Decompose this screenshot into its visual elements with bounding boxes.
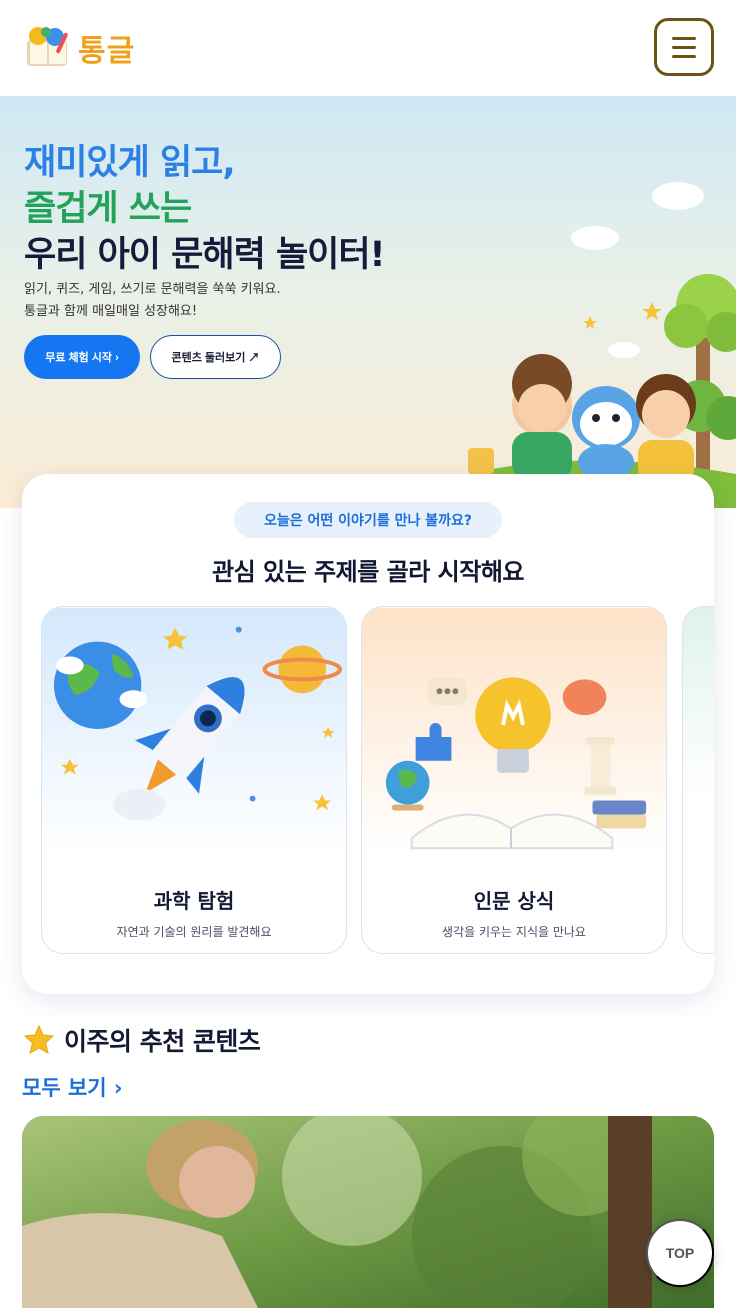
hero-title-line3: 우리 아이 문해력 놀이터! [24,235,386,275]
recommended-content-card[interactable] [22,1116,714,1308]
hero-description-line1: 읽기, 퀴즈, 게임, 쓰기로 문해력을 쑥쑥 키워요. [24,282,281,297]
kids-reading-illustration [430,182,736,508]
hero-description-line2: 통글과 함께 매일매일 성장해요! [24,304,198,319]
topic-card-science[interactable]: 과학 탐험 자연과 기술의 원리를 발견해요 [41,606,347,954]
lightbulb-book-illustration [362,607,666,855]
header: 통글 [0,0,736,96]
topic-card-next-peek[interactable] [682,606,714,954]
free-trial-button[interactable]: 무료 체험 시작 › [24,335,140,379]
topic-prompt-pill: 오늘은 어떤 이야기를 만나 볼까요? [234,502,502,538]
topic-title-science: 과학 탐험 [153,889,235,913]
see-all-link[interactable]: 모두 보기 › [22,1072,123,1102]
browse-content-button[interactable]: 콘텐츠 둘러보기 ↗ [150,335,281,379]
menu-button[interactable] [654,18,714,76]
hero-banner: 재미있게 읽고, 즐겁게 쓰는 우리 아이 문해력 놀이터! 읽기, 퀴즈, 게… [0,96,736,508]
hamburger-menu-icon [672,37,696,40]
topic-card-humanities[interactable]: 인문 상식 생각을 키우는 지식을 만나요 [361,606,667,954]
recommended-title: 이주의 추천 콘텐츠 [64,1027,261,1056]
topic-title-humanities: 인문 상식 [473,889,555,913]
star-icon [24,1025,54,1054]
book-logo-icon [27,27,68,66]
scroll-top-button[interactable]: TOP [646,1219,714,1287]
topic-subtitle-science: 자연과 기술의 원리를 발견해요 [116,925,272,939]
brand-name: 통글 [78,34,136,69]
forest-researcher-photo [22,1116,714,1308]
hero-title-line1: 재미있게 읽고, [24,143,236,183]
hero-title-line2: 즐겁게 쓰는 [24,189,192,229]
topic-selection-section: 오늘은 어떤 이야기를 만나 볼까요? 관심 있는 주제를 골라 시작해요 과학… [22,474,714,994]
topic-subtitle-humanities: 생각을 키우는 지식을 만나요 [442,925,586,939]
rocket-planet-illustration [42,607,346,855]
recommended-heading: 이주의 추천 콘텐츠 [24,1022,261,1058]
topic-heading: 관심 있는 주제를 골라 시작해요 [212,558,524,586]
brand-logo[interactable]: 통글 [24,26,135,70]
